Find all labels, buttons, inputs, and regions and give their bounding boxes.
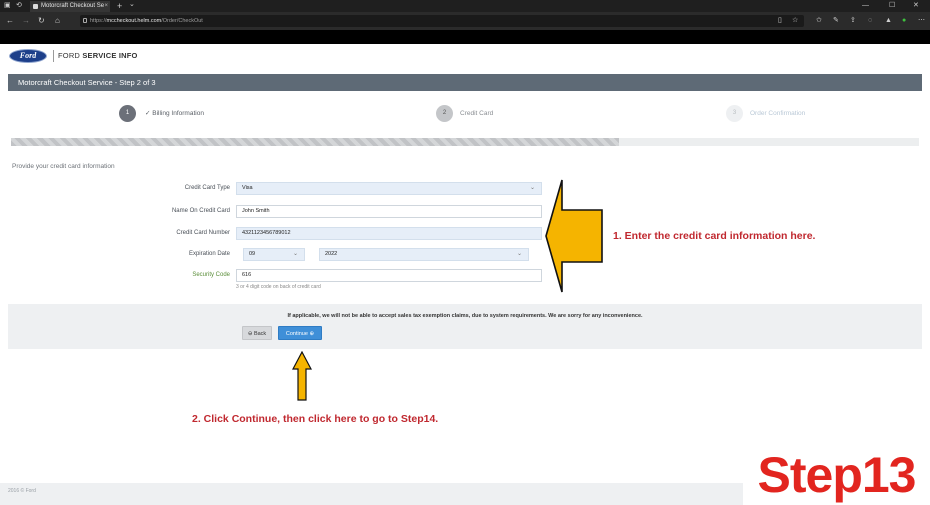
chevron-down-icon: ⌄ — [516, 251, 522, 257]
more-menu-icon[interactable]: ⋯ — [918, 12, 925, 30]
name-on-card-input[interactable]: John Smith — [236, 205, 542, 218]
expiration-month-select[interactable]: 09 ⌄ — [243, 248, 305, 261]
up-arrow-icon — [292, 351, 312, 401]
step-2-circle: 2 — [436, 105, 453, 122]
page-top-band — [0, 30, 930, 44]
refresh-icon[interactable]: ↻ — [38, 12, 45, 30]
home-icon[interactable]: ⌂ — [55, 12, 60, 30]
copyright-text: 2016 © Ford — [8, 488, 36, 494]
expiration-month-value: 09 — [249, 251, 256, 257]
page-favicon-icon — [33, 4, 38, 9]
browser-tab[interactable]: Motorcraft Checkout Se × — [30, 1, 110, 12]
chevron-down-icon: ⌄ — [292, 251, 298, 257]
step-3-label: Order Confirmation — [750, 110, 806, 117]
expiration-year-select[interactable]: 2022 ⌄ — [319, 248, 529, 261]
window-close-icon[interactable]: ✕ — [913, 0, 919, 12]
expiration-label: Expiration Date — [188, 251, 230, 257]
reading-view-icon[interactable]: ▯ — [778, 12, 782, 30]
progress-bar — [11, 138, 919, 146]
security-code-label: Security Code — [192, 272, 230, 278]
brand-title: FORD SERVICE INFO — [58, 51, 138, 60]
security-code-hint: 3 or 4 digit code on back of credit card — [236, 284, 321, 290]
ford-logo[interactable]: Ford — [9, 49, 47, 63]
header-divider — [53, 50, 54, 62]
notes-pen-icon[interactable]: ✎ — [833, 12, 839, 30]
step-3-circle: 3 — [726, 105, 743, 122]
url-text[interactable]: https://mccheckout.helm.com/Order/CheckO… — [90, 15, 203, 27]
tab-dropdown-icon[interactable]: ⌄ — [129, 0, 135, 11]
chevron-down-icon: ⌄ — [529, 185, 535, 191]
progress-fill — [11, 138, 620, 146]
favorite-star-icon[interactable]: ☆ — [792, 12, 798, 30]
browser-tab-bar — [0, 0, 930, 12]
continue-button[interactable]: Continue ⊕ — [278, 326, 322, 340]
share-icon[interactable]: ⇪ — [850, 12, 856, 30]
step-1-label: ✓ Billing Information — [145, 110, 204, 117]
extension-icon[interactable]: ◌ — [868, 12, 872, 30]
card-type-select[interactable]: Visa ⌄ — [236, 182, 542, 195]
tab-title: Motorcraft Checkout Se — [41, 3, 105, 9]
tab-actions-icon[interactable]: ▣ — [4, 0, 11, 12]
back-nav-icon[interactable]: ← — [6, 12, 14, 30]
back-arrow-icon: ⊖ — [247, 331, 253, 337]
notice-panel — [8, 304, 922, 349]
card-number-label: Credit Card Number — [176, 230, 230, 236]
instruction-enter-card: 1. Enter the credit card information her… — [613, 230, 816, 242]
continue-arrow-icon: ⊕ — [309, 331, 315, 337]
back-button[interactable]: ⊖ Back — [242, 326, 272, 340]
step-number-label: Step13 — [743, 445, 930, 505]
tabs-aside-icon[interactable]: ⟲ — [16, 0, 22, 12]
expiration-year-value: 2022 — [325, 251, 338, 257]
step-2-label: Credit Card — [460, 110, 494, 117]
favorites-hub-icon[interactable]: ✩ — [816, 12, 822, 30]
card-type-label: Credit Card Type — [184, 185, 230, 191]
security-code-input[interactable]: 616 — [236, 269, 542, 282]
step-1-circle: 1 — [119, 105, 136, 122]
new-tab-icon[interactable]: + — [117, 0, 122, 12]
name-on-card-label: Name On Credit Card — [171, 208, 230, 214]
window-minimize-icon[interactable]: — — [862, 0, 869, 12]
card-number-input[interactable]: 4321123456789012 — [236, 227, 542, 240]
forward-nav-icon[interactable]: → — [22, 12, 30, 30]
page-title: Motorcraft Checkout Service - Step 2 of … — [18, 78, 156, 87]
left-arrow-icon — [545, 179, 603, 293]
card-type-value: Visa — [242, 185, 253, 191]
notification-bell-icon[interactable]: ▲ — [885, 12, 892, 30]
security-shield-icon[interactable]: ● — [902, 12, 906, 30]
form-intro: Provide your credit card information — [12, 163, 115, 170]
instruction-click-continue: 2. Click Continue, then click here to go… — [192, 413, 439, 425]
check-icon: ✓ — [145, 110, 151, 117]
window-maximize-icon[interactable]: ☐ — [889, 0, 895, 12]
tab-close-icon[interactable]: × — [104, 1, 108, 12]
tax-notice: If applicable, we will not be able to ac… — [287, 313, 643, 319]
lock-icon — [83, 18, 87, 23]
